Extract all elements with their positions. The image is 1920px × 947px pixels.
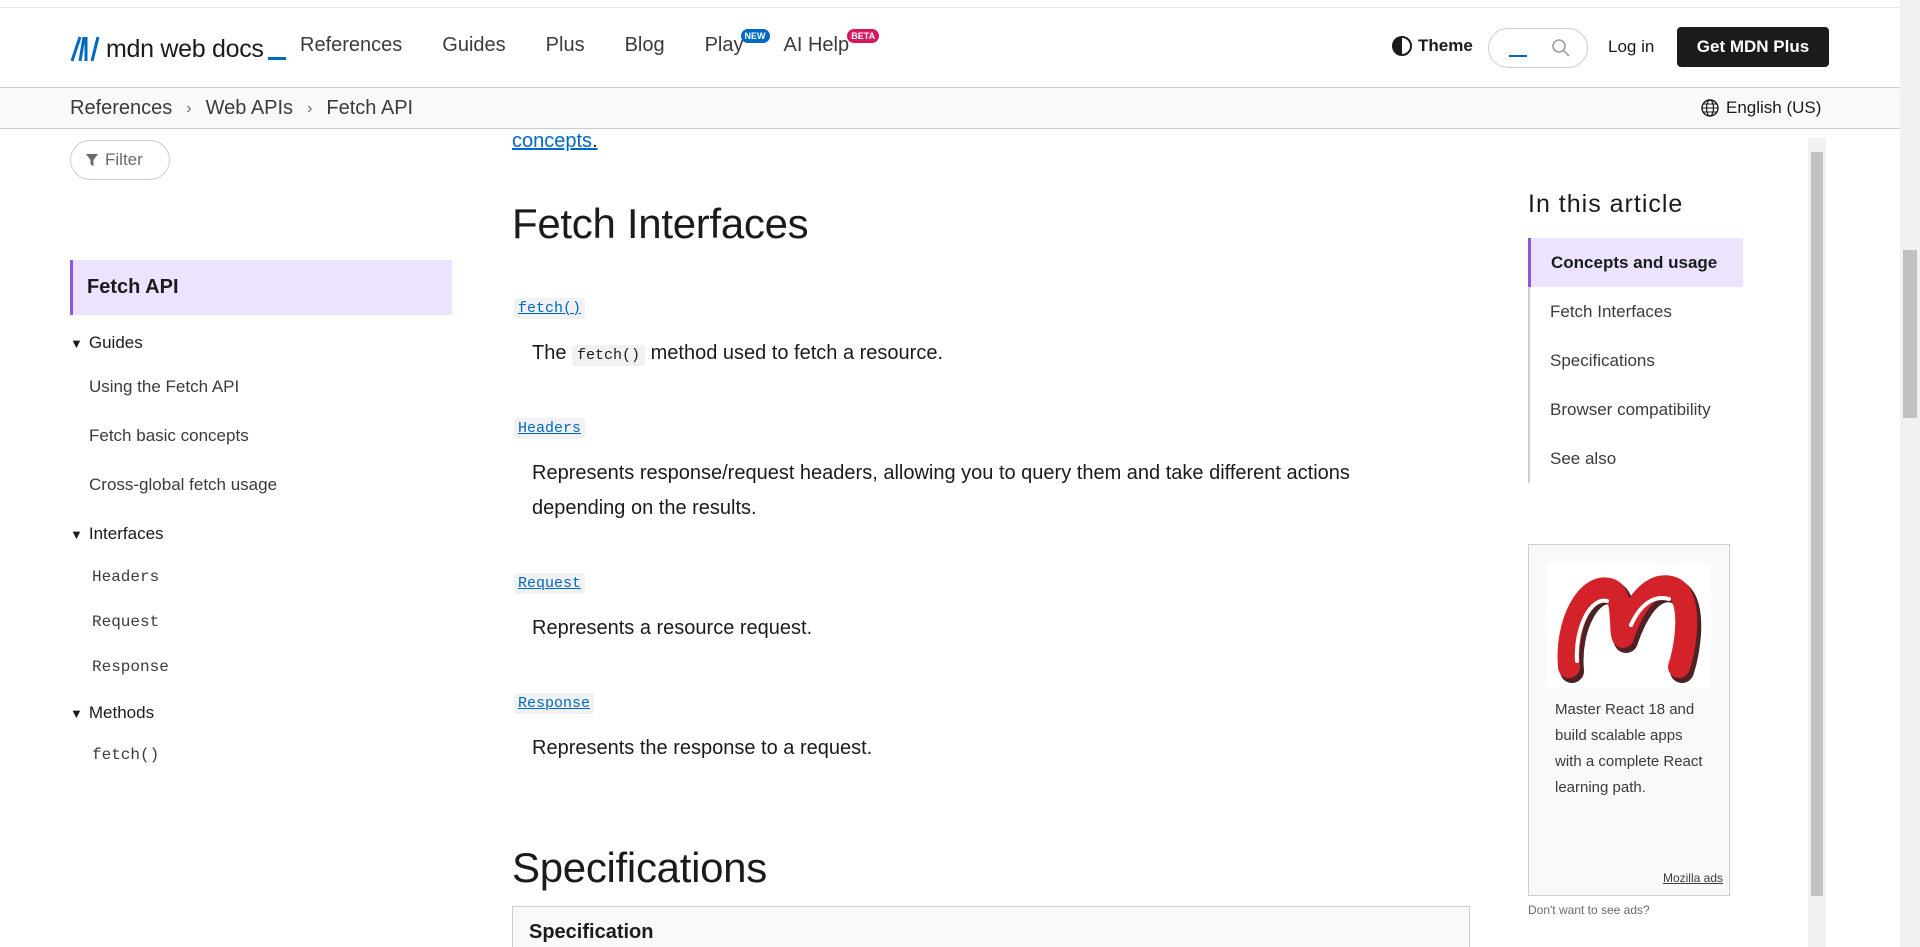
nav-guides[interactable]: Guides: [442, 34, 505, 57]
sidebar-group-label: Guides: [88, 333, 143, 352]
theme-label: Theme: [1418, 36, 1473, 55]
search-box[interactable]: [1488, 28, 1588, 68]
sidebar-filter-input[interactable]: Filter: [70, 140, 170, 180]
term-request[interactable]: Request: [514, 573, 586, 594]
sidebar-item-fetch-method[interactable]: fetch(): [92, 746, 159, 764]
mdn-logo-icon: [70, 36, 100, 62]
search-icon: [1552, 39, 1570, 57]
triangle-down-icon: ▼: [70, 335, 83, 351]
desc-fetch-code: fetch(): [572, 345, 646, 366]
triangle-down-icon: ▼: [70, 705, 83, 721]
spec-table-header: Specification: [512, 906, 1470, 947]
term-response[interactable]: Response: [514, 693, 595, 714]
sidebar-item-using-fetch[interactable]: Using the Fetch API: [89, 377, 239, 397]
breadcrumb-references[interactable]: References: [70, 97, 172, 120]
main-nav: References Guides Plus Blog Play NEW AI H…: [300, 29, 880, 57]
filter-placeholder: Filter: [105, 150, 143, 169]
filter-icon: [86, 154, 98, 166]
specifications-heading: Specifications: [512, 844, 767, 891]
sidebar-group-methods[interactable]: ▼ Methods: [70, 703, 154, 723]
mdn-logo[interactable]: mdn web docs: [70, 34, 286, 64]
page-scrollbar[interactable]: [1900, 0, 1920, 947]
sidebar-group-label: Methods: [88, 703, 155, 722]
nav-plus[interactable]: Plus: [546, 34, 585, 57]
fetch-interfaces-heading: Fetch Interfaces: [512, 200, 809, 247]
nav-plus-label: Plus: [545, 34, 585, 56]
browser-top-strip: [0, 0, 1920, 8]
sidebar-item-fetch-basic-concepts[interactable]: Fetch basic concepts: [89, 426, 249, 446]
nav-play[interactable]: Play NEW: [704, 29, 770, 57]
sidebar-item-cross-global-fetch[interactable]: Cross-global fetch usage: [89, 475, 277, 495]
desc-response: Represents the response to a request.: [532, 737, 873, 759]
globe-icon: [1701, 99, 1719, 117]
search-cursor: [1509, 55, 1527, 57]
theme-button[interactable]: Theme: [1392, 36, 1473, 56]
nav-ai-help-label: AI Help: [783, 34, 850, 56]
nav-blog-label: Blog: [624, 34, 665, 56]
sidebar-group-guides[interactable]: ▼ Guides: [70, 333, 143, 353]
breadcrumb-fetch-api[interactable]: Fetch API: [326, 97, 413, 120]
sidebar-item-fetch-api[interactable]: Fetch API: [70, 260, 452, 315]
toc-item-browser-compat[interactable]: Browser compatibility: [1530, 385, 1743, 434]
concepts-link[interactable]: concepts.: [512, 130, 598, 153]
concepts-link-text: concepts: [512, 130, 593, 152]
logo-underscore: [267, 56, 286, 60]
sidebar-group-interfaces[interactable]: ▼ Interfaces: [70, 524, 164, 544]
toc-item-see-also[interactable]: See also: [1530, 434, 1743, 483]
table-of-contents: Concepts and usage Fetch Interfaces Spec…: [1528, 238, 1743, 483]
desc-fetch-before: The: [532, 342, 573, 364]
chevron-right-icon: ›: [307, 99, 313, 117]
toc-item-concepts[interactable]: Concepts and usage: [1528, 238, 1743, 287]
content-scrollbar-thumb[interactable]: [1811, 152, 1823, 896]
site-header: mdn web docs References Guides Plus Blog…: [0, 8, 1900, 88]
desc-fetch-after: method used to fetch a resource.: [645, 342, 943, 364]
toc-item-specifications[interactable]: Specifications: [1530, 336, 1743, 385]
desc-fetch: The fetch() method used to fetch a resou…: [532, 336, 1432, 373]
beta-badge: BETA: [847, 29, 880, 43]
language-label: English (US): [1726, 98, 1822, 117]
sidebar-item-response[interactable]: Response: [92, 658, 169, 676]
ad-box[interactable]: Master React 18 and build scalable apps …: [1528, 544, 1730, 896]
nav-guides-label: Guides: [442, 34, 506, 56]
chevron-right-icon: ›: [186, 99, 192, 117]
ad-text: Master React 18 and build scalable apps …: [1555, 701, 1703, 796]
theme-icon: [1392, 36, 1412, 56]
term-headers[interactable]: Headers: [514, 418, 586, 439]
nav-references-label: References: [300, 34, 403, 56]
nav-play-label: Play: [704, 34, 744, 56]
nav-ai-help[interactable]: AI Help BETA: [783, 29, 880, 57]
ad-brand-logo: [1547, 563, 1711, 689]
content-scrollbar[interactable]: [1808, 138, 1826, 947]
concepts-tail: .: [592, 130, 598, 152]
term-fetch[interactable]: fetch(): [514, 298, 586, 319]
desc-headers: Represents response/request headers, all…: [532, 462, 1350, 519]
get-mdn-plus-button[interactable]: Get MDN Plus: [1677, 27, 1829, 67]
toc-title: In this article: [1528, 190, 1684, 218]
sidebar-item-headers[interactable]: Headers: [92, 568, 159, 586]
new-badge: NEW: [740, 29, 770, 43]
logo-text: mdn web docs: [106, 34, 264, 63]
desc-request: Represents a resource request.: [532, 617, 813, 639]
sidebar-group-label: Interfaces: [88, 524, 164, 543]
breadcrumb-web-apis[interactable]: Web APIs: [206, 97, 293, 120]
nav-references[interactable]: References: [300, 34, 402, 57]
mozilla-ads-link[interactable]: Mozilla ads: [1663, 871, 1723, 885]
breadcrumb: References › Web APIs › Fetch API: [70, 97, 413, 120]
ad-optout-link[interactable]: Don't want to see ads?: [1528, 903, 1650, 917]
sidebar-item-request[interactable]: Request: [92, 613, 159, 631]
language-switcher[interactable]: English (US): [1700, 98, 1821, 118]
nav-blog[interactable]: Blog: [625, 34, 665, 57]
page-scrollbar-thumb[interactable]: [1903, 250, 1917, 418]
login-link[interactable]: Log in: [1608, 37, 1654, 57]
breadcrumb-bar: References › Web APIs › Fetch API Englis…: [0, 89, 1900, 129]
toc-item-fetch-interfaces[interactable]: Fetch Interfaces: [1530, 287, 1743, 336]
triangle-down-icon: ▼: [70, 526, 83, 542]
